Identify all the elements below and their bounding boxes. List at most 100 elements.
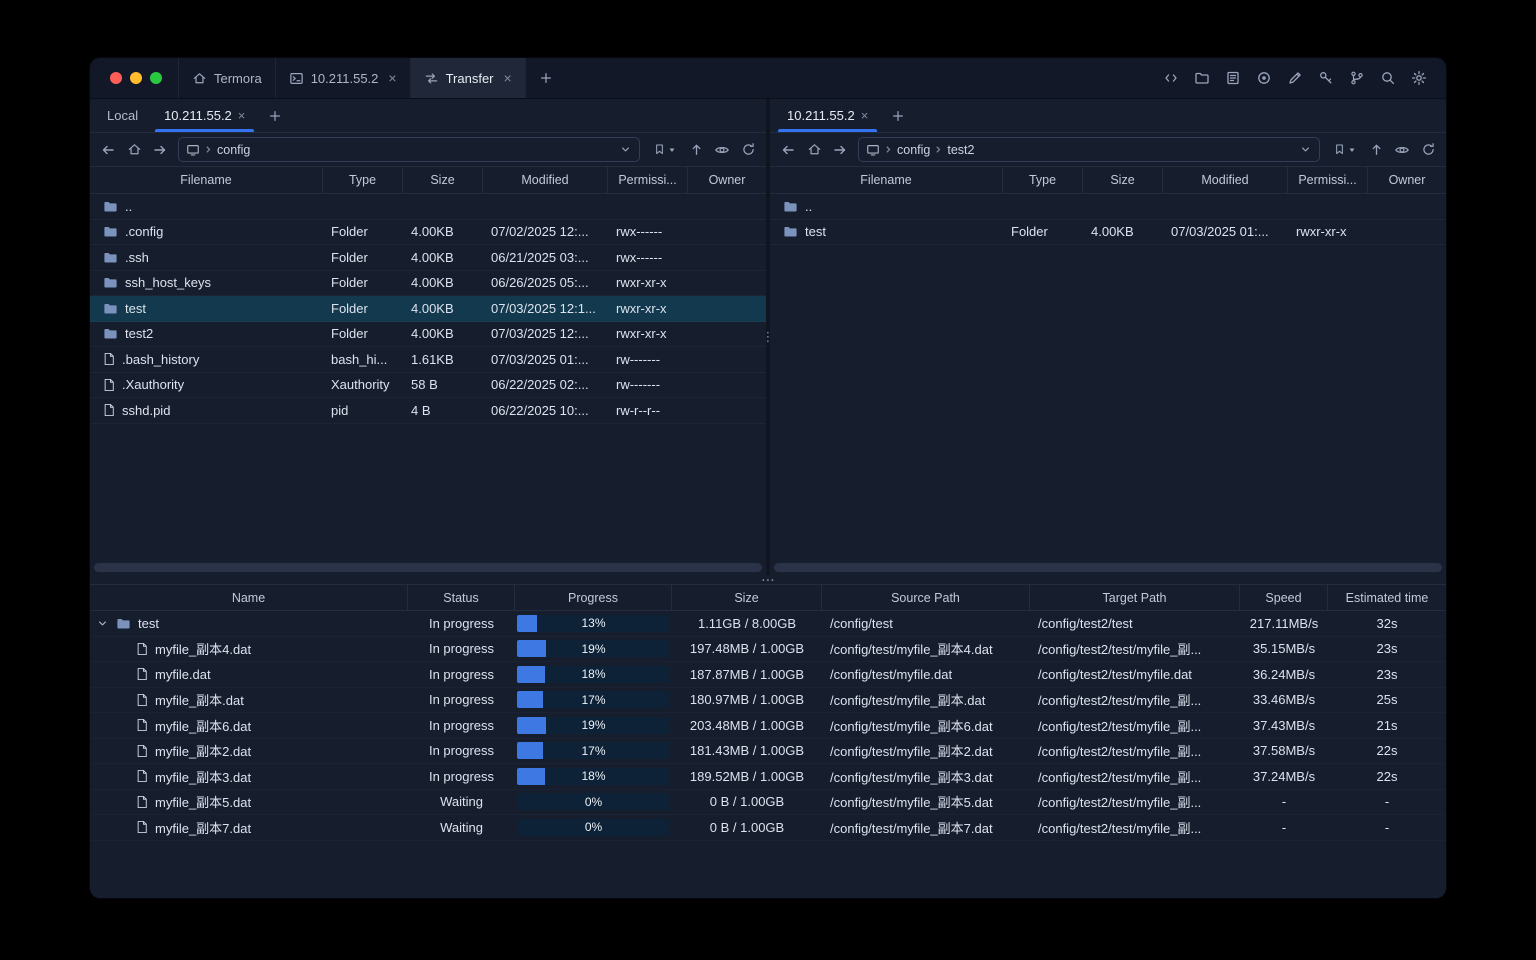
column-header-owner[interactable]: Owner: [688, 167, 766, 193]
show-hidden-button[interactable]: [710, 138, 734, 162]
transfer-row[interactable]: myfile_副本5.dat Waiting 0% 0 B / 1.00GB/conf…: [90, 790, 1446, 815]
zoom-window-button[interactable]: [150, 72, 162, 84]
branch-icon[interactable]: [1344, 65, 1370, 91]
source-cell: /config/test/myfile_副本.dat: [830, 693, 986, 709]
file-row[interactable]: ..: [770, 194, 1446, 220]
file-row[interactable]: ssh_host_keys Folder 4.00KB 06/26/2025 05:.…: [90, 271, 766, 296]
show-hidden-button[interactable]: [1390, 138, 1414, 162]
file-row[interactable]: .config Folder 4.00KB 07/02/2025 12:... rwx-…: [90, 220, 766, 245]
new-file-tab-button[interactable]: [881, 99, 915, 132]
home-icon[interactable]: [122, 138, 146, 162]
column-header-size[interactable]: Size: [403, 167, 483, 193]
transfer-row[interactable]: myfile_副本2.dat In progress 17% 181.43MB / 1…: [90, 739, 1446, 764]
horizontal-scrollbar[interactable]: [94, 563, 762, 572]
path-breadcrumb[interactable]: config test2: [858, 137, 1320, 162]
transfer-row[interactable]: myfile.dat In progress 18% 187.87MB / 1.00G…: [90, 662, 1446, 688]
transfer-row[interactable]: myfile_副本7.dat Waiting 0% 0 B / 1.00GB/conf…: [90, 815, 1446, 841]
close-tab-icon[interactable]: ×: [861, 109, 869, 122]
transfer-row[interactable]: myfile_副本.dat In progress 17% 180.97MB / 1.…: [90, 688, 1446, 713]
chevron-down-icon[interactable]: [1299, 143, 1312, 156]
file-tab-local[interactable]: Local: [94, 99, 151, 132]
path-breadcrumb[interactable]: config: [178, 137, 640, 162]
column-header-estimated-time[interactable]: Estimated time: [1328, 585, 1446, 610]
back-icon[interactable]: [776, 138, 800, 162]
close-tab-icon[interactable]: ×: [388, 71, 396, 85]
record-icon[interactable]: [1251, 65, 1277, 91]
home-icon[interactable]: [802, 138, 826, 162]
log-icon[interactable]: [1220, 65, 1246, 91]
transfer-row[interactable]: myfile_副本3.dat In progress 18% 189.52MB / 1…: [90, 764, 1446, 790]
file-row[interactable]: ..: [90, 194, 766, 220]
progress-fill: [517, 691, 543, 709]
column-header-owner[interactable]: Owner: [1368, 167, 1446, 193]
window-tab-10-211-55-2[interactable]: 10.211.55.2 ×: [276, 58, 411, 98]
refresh-button[interactable]: [1416, 138, 1440, 162]
file-tab-10-211-55-2[interactable]: 10.211.55.2 ×: [774, 99, 881, 132]
transfer-row[interactable]: test In progress 13% 1.11GB / 8.00GB/config…: [90, 611, 1446, 637]
close-window-button[interactable]: [110, 72, 122, 84]
eta-cell: 22s: [1376, 743, 1398, 759]
column-header-status[interactable]: Status: [408, 585, 515, 610]
edit-icon[interactable]: [1282, 65, 1308, 91]
key-icon[interactable]: [1313, 65, 1339, 91]
search-icon[interactable]: [1375, 65, 1401, 91]
file-row[interactable]: .Xauthority Xauthority 58 B 06/22/2025 02:.…: [90, 373, 766, 398]
modified-cell: 06/22/2025 10:...: [491, 402, 589, 418]
file-tab-10-211-55-2[interactable]: 10.211.55.2 ×: [151, 99, 258, 132]
new-window-tab-button[interactable]: [526, 58, 566, 98]
settings-icon[interactable]: [1406, 65, 1432, 91]
splitter-grip-icon: ⋯: [761, 570, 775, 587]
column-header-modified[interactable]: Modified: [1163, 167, 1288, 193]
column-header-type[interactable]: Type: [1003, 167, 1083, 193]
eta-cell: 25s: [1376, 692, 1398, 708]
close-tab-icon[interactable]: ×: [504, 71, 512, 85]
size-cell: 4 B: [411, 402, 431, 418]
breadcrumb-segment[interactable]: config: [897, 143, 930, 157]
column-header-target-path[interactable]: Target Path: [1030, 585, 1240, 610]
column-header-source-path[interactable]: Source Path: [822, 585, 1030, 610]
back-icon[interactable]: [96, 138, 120, 162]
up-directory-button[interactable]: [684, 138, 708, 162]
column-header-name[interactable]: Name: [90, 585, 408, 610]
forward-icon[interactable]: [828, 138, 852, 162]
column-header-size[interactable]: Size: [1083, 167, 1163, 193]
folder-icon[interactable]: [1189, 65, 1215, 91]
transfer-splitter[interactable]: ⋯: [90, 570, 1446, 587]
refresh-button[interactable]: [736, 138, 760, 162]
size-cell: 4.00KB: [411, 249, 454, 265]
file-icon: [136, 795, 148, 809]
expand-chevron-icon[interactable]: [96, 617, 109, 630]
breadcrumb-segment[interactable]: test2: [947, 143, 974, 157]
new-file-tab-button[interactable]: [258, 99, 292, 132]
chevron-down-icon[interactable]: [619, 143, 632, 156]
column-header-type[interactable]: Type: [323, 167, 403, 193]
column-header-speed[interactable]: Speed: [1240, 585, 1328, 610]
window-tab-termora[interactable]: Termora: [178, 58, 276, 98]
column-header-progress[interactable]: Progress: [515, 585, 672, 610]
file-row[interactable]: test Folder 4.00KB 07/03/2025 12:1... rwxr-x…: [90, 296, 766, 322]
transfer-row[interactable]: myfile_副本4.dat In progress 19% 197.48MB / 1…: [90, 637, 1446, 662]
forward-icon[interactable]: [148, 138, 172, 162]
file-row[interactable]: .bash_history bash_hi... 1.61KB 07/03/2025 …: [90, 347, 766, 373]
transfer-row[interactable]: myfile_副本6.dat In progress 19% 203.48MB / 1…: [90, 713, 1446, 739]
bookmark-button[interactable]: [1326, 138, 1362, 162]
column-header-modified[interactable]: Modified: [483, 167, 608, 193]
bookmark-button[interactable]: [646, 138, 682, 162]
column-header-permissi[interactable]: Permissi...: [608, 167, 688, 193]
close-tab-icon[interactable]: ×: [238, 109, 246, 122]
minimize-window-button[interactable]: [130, 72, 142, 84]
window-tab-transfer[interactable]: Transfer ×: [410, 58, 526, 98]
horizontal-scrollbar[interactable]: [774, 563, 1442, 572]
file-row[interactable]: sshd.pid pid 4 B 06/22/2025 10:... rw-r--r--: [90, 398, 766, 424]
panel-splitter[interactable]: ⋮: [762, 99, 775, 575]
column-header-size[interactable]: Size: [672, 585, 822, 610]
file-row[interactable]: test2 Folder 4.00KB 07/03/2025 12:... rwxr-x…: [90, 322, 766, 347]
column-header-filename[interactable]: Filename: [90, 167, 323, 193]
file-row[interactable]: .ssh Folder 4.00KB 06/21/2025 03:... rwx----…: [90, 245, 766, 271]
breadcrumb-segment[interactable]: config: [217, 143, 250, 157]
column-header-permissi[interactable]: Permissi...: [1288, 167, 1368, 193]
file-row[interactable]: test Folder 4.00KB 07/03/2025 01:... rwxr-xr…: [770, 220, 1446, 245]
column-header-filename[interactable]: Filename: [770, 167, 1003, 193]
code-icon[interactable]: [1158, 65, 1184, 91]
up-directory-button[interactable]: [1364, 138, 1388, 162]
